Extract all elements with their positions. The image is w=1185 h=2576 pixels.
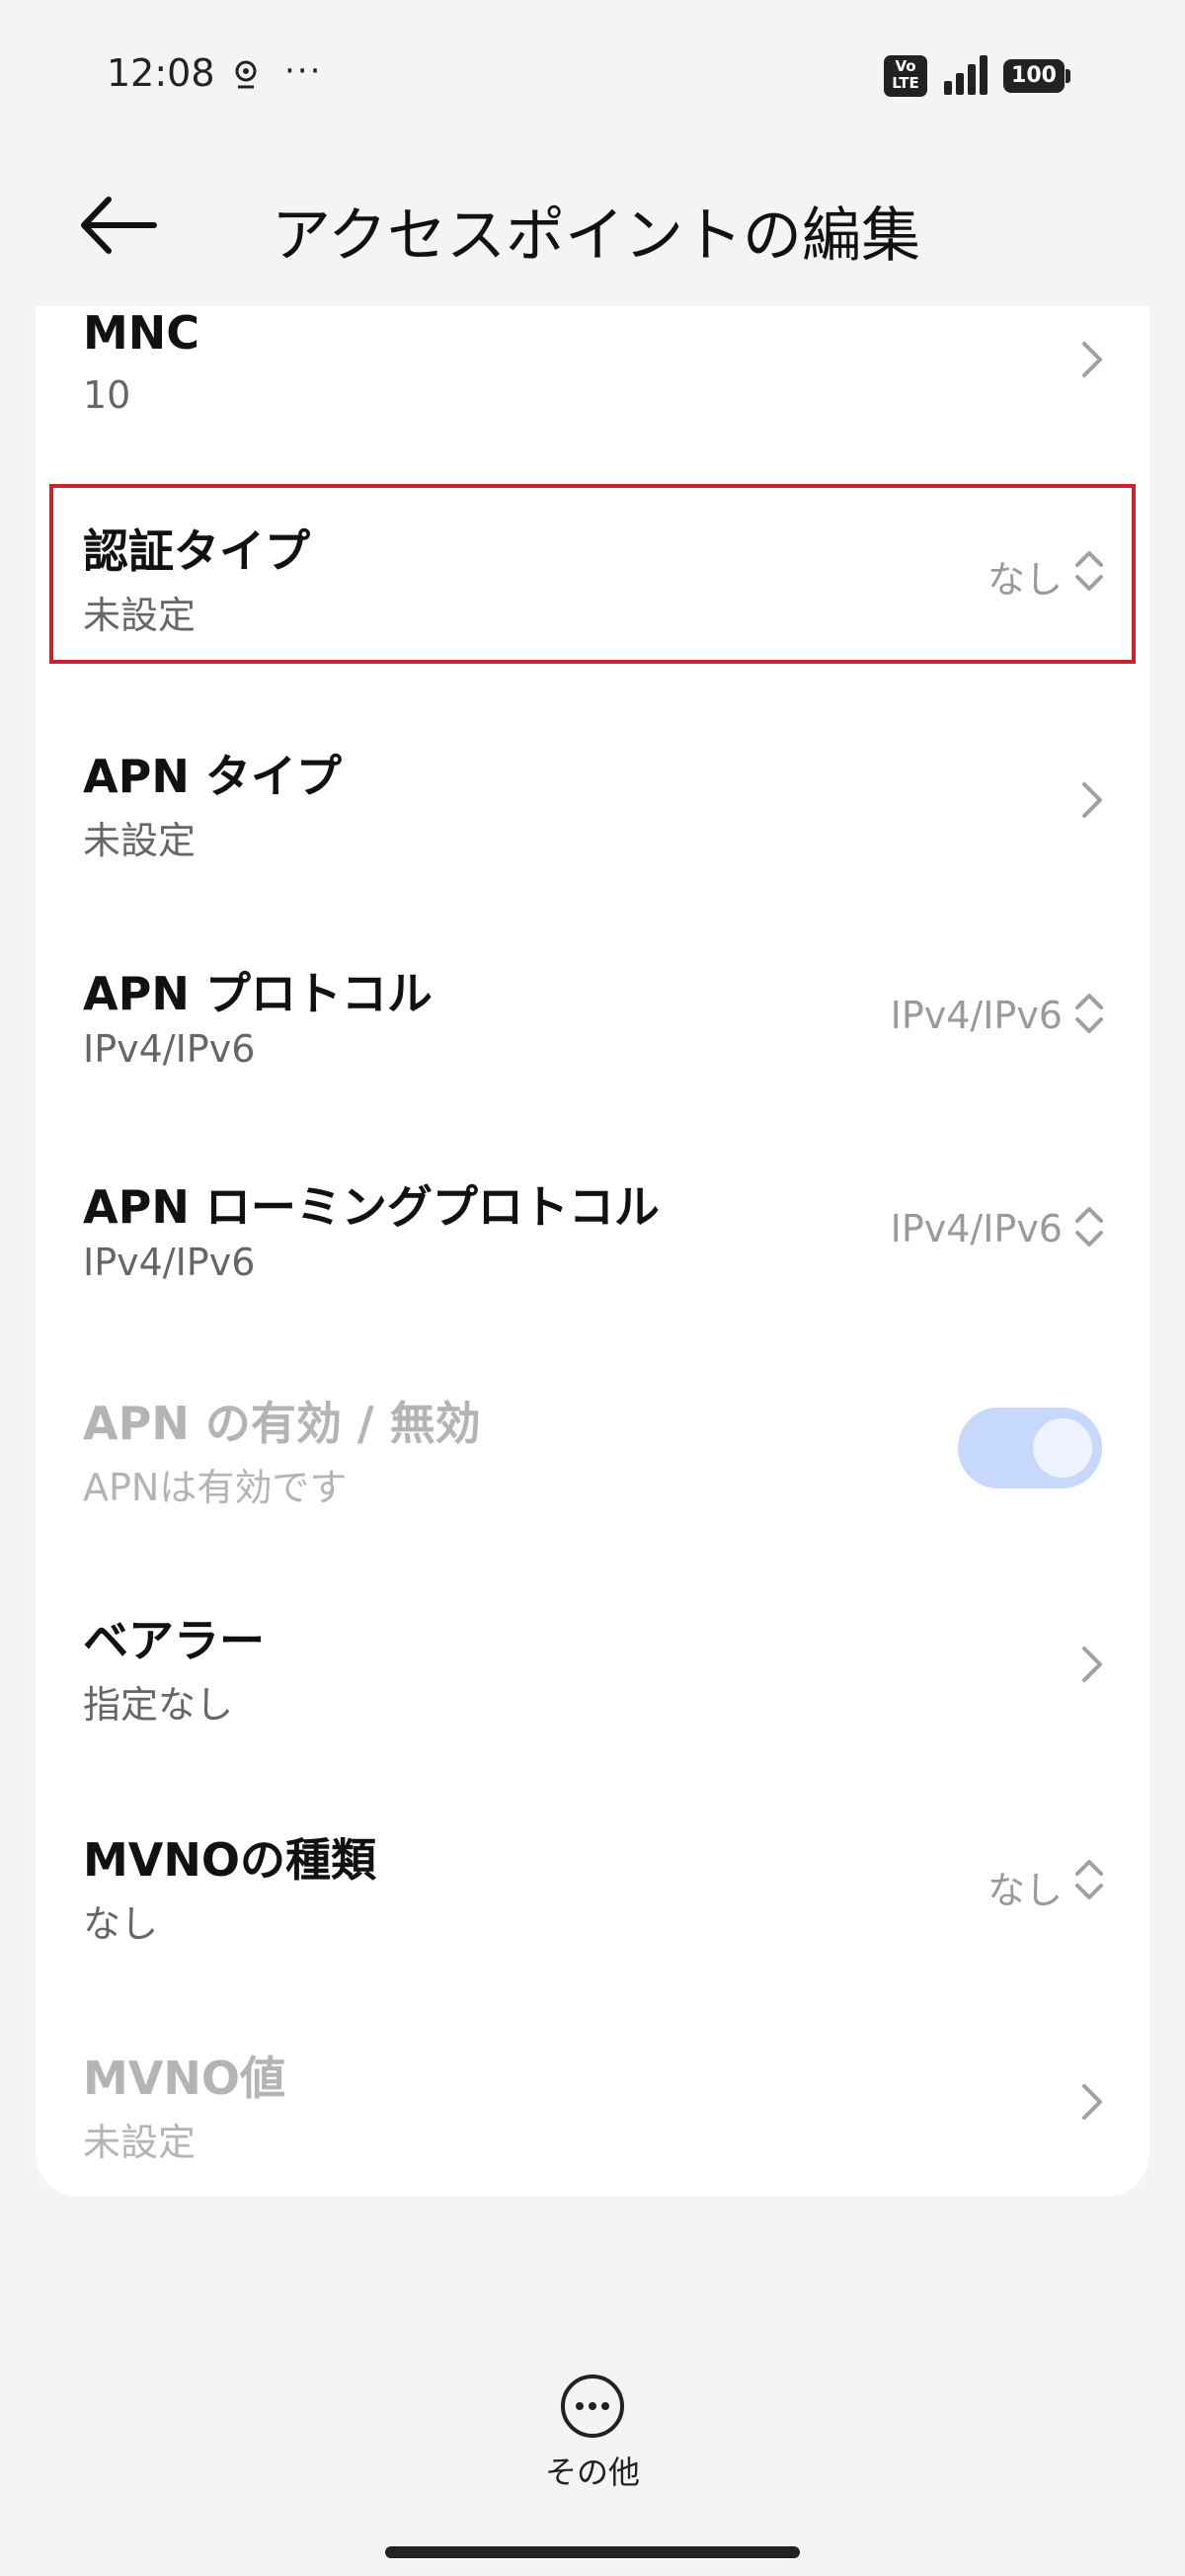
row-subtitle: 10 [83, 373, 131, 417]
status-bar: 12:08 ··· Vo LTE 100 [0, 0, 1185, 148]
toggle-knob [1033, 1418, 1092, 1478]
row-subtitle: 未設定 [83, 2121, 197, 2164]
row-subtitle: IPv4/IPv6 [83, 1027, 256, 1071]
volte-icon: Vo LTE [884, 55, 927, 97]
chevron-right-icon [1082, 2084, 1102, 2120]
row-value: IPv4/IPv6 [890, 1207, 1063, 1250]
setting-row-apn-protocol[interactable]: APN プロトコル IPv4/IPv6 IPv4/IPv6 [36, 948, 1149, 1116]
row-title: MVNO値 [83, 2052, 285, 2105]
row-title: ベアラー [83, 1614, 265, 1667]
setting-row-mvno-type[interactable]: MVNOの種類 なし なし [36, 1814, 1149, 1982]
row-title: MVNOの種類 [83, 1833, 376, 1887]
row-subtitle: APNは有効です [83, 1466, 348, 1509]
more-options-label[interactable]: その他 [533, 2448, 652, 2493]
back-arrow-icon[interactable] [79, 194, 158, 257]
row-title: APN ローミングプロトコル [83, 1180, 660, 1234]
chevron-right-icon [1082, 342, 1102, 377]
row-title: APN の有効 / 無効 [83, 1397, 481, 1450]
row-subtitle: IPv4/IPv6 [83, 1241, 256, 1284]
battery-icon: 100 [1003, 59, 1070, 93]
row-subtitle: 未設定 [83, 819, 197, 862]
apn-enable-toggle[interactable] [958, 1408, 1102, 1489]
row-subtitle: 指定なし [83, 1683, 234, 1727]
setting-row-mnc[interactable]: MNC 10 [36, 306, 1149, 454]
highlight-box [49, 484, 1136, 664]
up-down-chevron-icon [1075, 1860, 1103, 1899]
signal-icon [944, 55, 988, 95]
more-options-icon[interactable] [559, 2373, 626, 2440]
chevron-right-icon [1082, 1647, 1102, 1682]
setting-row-apn-type[interactable]: APN タイプ 未設定 [36, 731, 1149, 899]
row-value: なし [987, 1869, 1063, 1912]
row-title: MNC [83, 306, 200, 360]
setting-row-apn-roaming-protocol[interactable]: APN ローミングプロトコル IPv4/IPv6 IPv4/IPv6 [36, 1162, 1149, 1329]
setting-row-mvno-value: MVNO値 未設定 [36, 2033, 1149, 2201]
up-down-chevron-icon [1075, 994, 1103, 1033]
home-indicator[interactable] [385, 2546, 800, 2558]
setting-row-apn-enable: APN の有効 / 無効 APNは有効です [36, 1378, 1149, 1546]
setting-row-bearer[interactable]: ベアラー 指定なし [36, 1595, 1149, 1763]
location-icon [235, 60, 257, 89]
row-title: APN タイプ [83, 750, 342, 803]
page-title: アクセスポイントの編集 [272, 201, 920, 271]
row-subtitle: なし [83, 1902, 159, 1946]
status-more-icon: ··· [284, 51, 323, 91]
row-value: IPv4/IPv6 [890, 994, 1063, 1037]
chevron-right-icon [1082, 782, 1102, 818]
battery-level: 100 [1003, 59, 1065, 93]
status-time: 12:08 [107, 51, 215, 95]
up-down-chevron-icon [1075, 1207, 1103, 1247]
row-title: APN プロトコル [83, 967, 433, 1020]
